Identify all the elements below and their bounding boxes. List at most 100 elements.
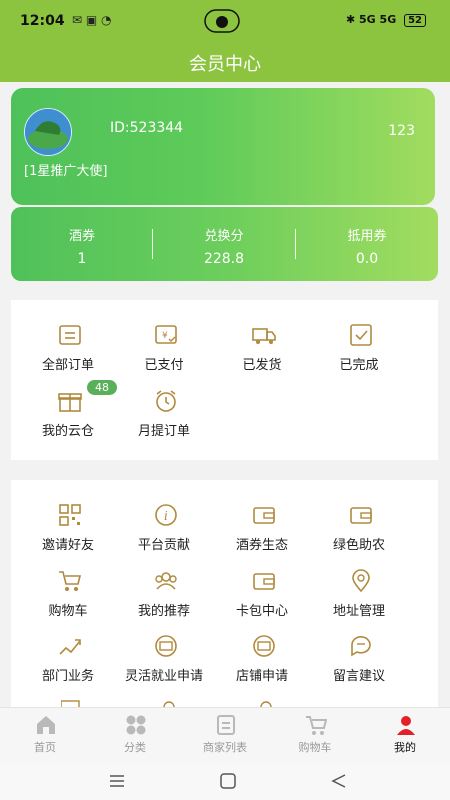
paid-icon: ¥	[155, 325, 177, 344]
service-department-business[interactable]: 部门业务	[23, 633, 113, 693]
users-icon	[155, 572, 177, 590]
service-label: 灵活就业申请	[124, 669, 203, 684]
service-label: 部门业务	[41, 669, 94, 684]
stat-label: 酒券	[68, 229, 95, 244]
service-green-farming[interactable]: 绿色助农	[314, 502, 404, 562]
cart-icon	[306, 716, 327, 735]
tab-category[interactable]: 分类	[90, 708, 180, 764]
svg-text:i: i	[164, 509, 168, 523]
service-address-management[interactable]: 地址管理	[314, 568, 404, 628]
wallet-icon	[253, 507, 275, 524]
signal-text: 5G 5G	[359, 13, 397, 26]
order-cloud-warehouse[interactable]: 我的云仓	[23, 388, 113, 448]
growth-chart-icon	[59, 639, 81, 655]
back-icon[interactable]	[330, 772, 348, 790]
stat-coupon[interactable]: 抵用券 0.0	[296, 207, 438, 281]
system-nav-bar	[0, 764, 450, 800]
service-label: 邀请好友	[41, 538, 94, 553]
tab-home[interactable]: 首页	[0, 708, 90, 764]
member-level: [1星推广大使]	[24, 164, 108, 179]
service-store-application[interactable]: 店铺申请	[217, 633, 307, 693]
card-icon	[253, 635, 275, 657]
orders-panel: 全部订单 ¥ 已支付 已发货 已完成 我的云仓 月提订单 48	[11, 300, 438, 460]
page-title: 会员中心	[189, 54, 261, 75]
avatar[interactable]	[24, 108, 72, 156]
service-label: 绿色助农	[332, 538, 385, 553]
stat-points[interactable]: 兑换分 228.8	[153, 207, 295, 281]
bluetooth-icon: ✱	[345, 13, 356, 26]
home-icon	[37, 716, 55, 734]
hotspot-icon	[204, 9, 240, 33]
gift-box-icon	[58, 393, 82, 412]
service-card-center[interactable]: 卡包中心	[217, 568, 307, 628]
order-label: 已完成	[339, 358, 379, 373]
service-my-referrals[interactable]: 我的推荐	[119, 568, 209, 628]
stat-label: 抵用券	[347, 229, 387, 244]
order-label: 全部订单	[41, 358, 94, 373]
order-paid[interactable]: ¥ 已支付	[119, 322, 209, 382]
signal-indicators: ✱ 5G 5G 52	[346, 13, 426, 27]
order-monthly[interactable]: 月提订单	[119, 388, 209, 448]
home-square-icon[interactable]	[219, 772, 237, 790]
title-bar: 会员中心	[0, 42, 450, 82]
qr-code-icon	[59, 504, 81, 526]
service-shopping-cart[interactable]: 购物车	[23, 568, 113, 628]
service-label: 我的推荐	[137, 604, 190, 619]
service-label: 平台贡献	[137, 538, 190, 553]
notification-icons: ✉ ▣ ◔	[72, 13, 112, 27]
order-label: 已发货	[242, 358, 282, 373]
tab-label: 购物车	[298, 741, 332, 754]
service-feedback[interactable]: 留言建议	[314, 633, 404, 693]
battery-icon: 52	[404, 14, 426, 27]
service-invite-friends[interactable]: 邀请好友	[23, 502, 113, 562]
order-label: 已支付	[144, 358, 184, 373]
status-time: 12:04	[20, 13, 65, 29]
service-label: 店铺申请	[235, 669, 288, 684]
tab-merchant-list[interactable]: 商家列表	[180, 708, 270, 764]
category-icon	[126, 715, 146, 735]
service-label: 地址管理	[332, 604, 385, 619]
service-label: 购物车	[48, 604, 88, 619]
cart-icon	[59, 571, 82, 591]
tab-label: 我的	[394, 741, 416, 754]
chat-icon	[351, 636, 371, 657]
order-shipped[interactable]: 已发货	[217, 322, 307, 382]
list-icon	[217, 715, 235, 735]
avatar-image-icon	[25, 109, 71, 155]
order-all[interactable]: 全部订单	[23, 322, 113, 382]
svg-text:¥: ¥	[162, 331, 168, 341]
info-icon: i	[155, 504, 177, 526]
receipt-icon	[59, 325, 81, 345]
tab-mine[interactable]: 我的	[360, 708, 450, 764]
service-label: 酒券生态	[235, 538, 288, 553]
service-platform-contribution[interactable]: i 平台贡献	[119, 502, 209, 562]
stats-card: 酒券 1 兑换分 228.8 抵用券 0.0	[11, 207, 438, 281]
tab-cart[interactable]: 购物车	[270, 708, 360, 764]
service-flexible-employment[interactable]: 灵活就业申请	[119, 633, 209, 693]
order-label: 月提订单	[137, 424, 190, 439]
check-box-icon	[350, 324, 372, 346]
member-card[interactable]: ID:523344 123 [1星推广大使]	[11, 88, 435, 205]
card-icon	[155, 635, 177, 657]
stat-wine-voucher[interactable]: 酒券 1	[11, 207, 153, 281]
tab-label: 首页	[34, 741, 56, 754]
menu-icon[interactable]	[108, 772, 126, 790]
wallet-icon	[253, 573, 275, 590]
services-panel: 邀请好友 i 平台贡献 酒券生态 绿色助农 购物车 我的推荐 卡包中心 地址管理…	[11, 480, 438, 708]
tab-label: 商家列表	[203, 741, 247, 754]
alarm-clock-icon	[156, 390, 176, 412]
service-voucher-ecosystem[interactable]: 酒券生态	[217, 502, 307, 562]
wallet-icon	[350, 507, 372, 524]
location-pin-icon	[352, 569, 370, 593]
truck-icon	[252, 328, 276, 344]
service-label: 留言建议	[332, 669, 385, 684]
stat-value: 0.0	[355, 251, 379, 267]
stat-label: 兑换分	[204, 229, 244, 244]
status-bar: 12:04 ✉ ▣ ◔ ✱ 5G 5G 52	[0, 0, 450, 42]
order-completed[interactable]: 已完成	[314, 322, 404, 382]
stat-value: 228.8	[203, 251, 245, 267]
service-label: 卡包中心	[235, 604, 288, 619]
person-icon	[397, 716, 415, 735]
partial-next-row	[60, 694, 391, 708]
cloud-warehouse-badge: 48	[87, 380, 117, 395]
